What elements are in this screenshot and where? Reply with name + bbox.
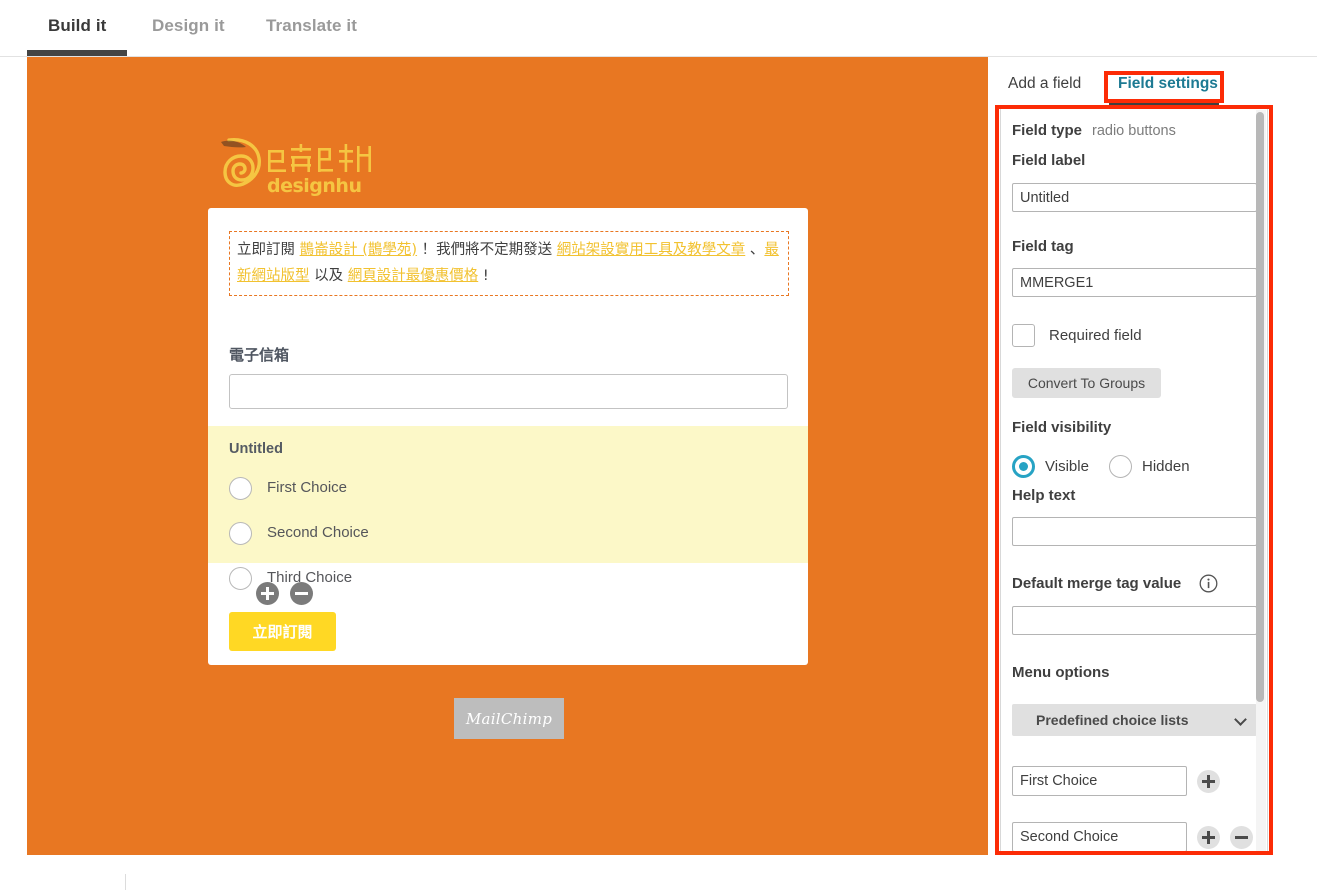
intro-link-tools[interactable]: 網站架設實用工具及教學文章 bbox=[557, 242, 746, 258]
svg-text:designhu: designhu bbox=[267, 175, 362, 197]
panel-scrollbar-thumb[interactable] bbox=[1256, 112, 1264, 702]
info-circle-icon[interactable] bbox=[1199, 574, 1218, 593]
form-preview-canvas: designhu 立即訂閱 鵲崙設計 (鵲學苑) ！我們將不定期發送 網站架設實… bbox=[27, 57, 988, 855]
field-type-value: radio buttons bbox=[1092, 123, 1176, 139]
chevron-down-icon bbox=[1234, 713, 1247, 726]
intro-seg-2: ！我們將不定期發送 bbox=[417, 242, 557, 258]
field-tag-input[interactable] bbox=[1012, 268, 1257, 297]
radio-option-label: Third Choice bbox=[267, 569, 353, 586]
subscribe-button[interactable]: 立即訂閱 bbox=[229, 612, 336, 651]
radio-field-preview: Untitled First Choice Second Choice Thir… bbox=[208, 426, 808, 590]
field-tag-label: Field tag bbox=[1012, 238, 1074, 255]
radio-option-label: Second Choice bbox=[267, 524, 369, 541]
choice-input-first[interactable] bbox=[1012, 766, 1187, 796]
radio-circle-icon[interactable] bbox=[229, 567, 252, 590]
choice-input-second[interactable] bbox=[1012, 822, 1187, 852]
panel-tab-bar: Add a field Field settings bbox=[1008, 75, 1268, 105]
app-root: Build it Design it Translate it designhu… bbox=[0, 0, 1317, 890]
tab-translate-it[interactable]: Translate it bbox=[266, 16, 357, 36]
visibility-radio-visible[interactable] bbox=[1012, 455, 1035, 478]
radio-circle-icon[interactable] bbox=[229, 522, 252, 545]
help-text-input[interactable] bbox=[1012, 517, 1257, 546]
required-field-checkbox[interactable] bbox=[1012, 324, 1035, 347]
radio-group-title: Untitled bbox=[229, 441, 283, 457]
radio-option-label: First Choice bbox=[267, 479, 348, 496]
intro-seg-6: 以及 bbox=[309, 268, 348, 284]
top-tab-bar: Build it Design it Translate it bbox=[0, 0, 1317, 57]
signup-form-card: 立即訂閱 鵲崙設計 (鵲學苑) ！我們將不定期發送 網站架設實用工具及教學文章 … bbox=[208, 208, 808, 665]
field-label-label: Field label bbox=[1012, 152, 1086, 169]
tab-add-a-field[interactable]: Add a field bbox=[1008, 75, 1081, 93]
visibility-hidden-label: Hidden bbox=[1142, 458, 1190, 475]
tab-build-it[interactable]: Build it bbox=[48, 16, 106, 36]
field-label-input[interactable] bbox=[1012, 183, 1257, 212]
predefined-choice-lists-select[interactable]: Predefined choice lists bbox=[1012, 704, 1257, 736]
plus-circle-icon[interactable] bbox=[1197, 770, 1220, 793]
menu-options-label: Menu options bbox=[1012, 664, 1110, 681]
radio-circle-icon[interactable] bbox=[229, 477, 252, 500]
convert-to-groups-button[interactable]: Convert To Groups bbox=[1012, 368, 1161, 398]
intro-seg-8: ! bbox=[478, 268, 489, 284]
tab-design-it[interactable]: Design it bbox=[152, 16, 225, 36]
intro-seg-4: 、 bbox=[745, 242, 765, 258]
field-type-label: Field type bbox=[1012, 122, 1083, 139]
visibility-radio-hidden[interactable] bbox=[1109, 455, 1132, 478]
form-intro-text: 立即訂閱 鵲崙設計 (鵲學苑) ！我們將不定期發送 網站架設實用工具及教學文章 … bbox=[229, 231, 789, 296]
default-merge-tag-label: Default merge tag value bbox=[1012, 575, 1182, 592]
visibility-visible-label: Visible bbox=[1045, 458, 1089, 475]
predefined-choice-lists-value: Predefined choice lists bbox=[1036, 712, 1189, 728]
choice-row bbox=[1001, 822, 1267, 852]
panel-active-tab-indicator bbox=[1109, 102, 1219, 106]
email-field-label: 電子信箱 bbox=[229, 346, 290, 364]
field-visibility-label: Field visibility bbox=[1012, 419, 1112, 436]
help-text-label: Help text bbox=[1012, 487, 1076, 504]
designhu-bird-logo: designhu bbox=[215, 134, 395, 202]
field-settings-panel: Field type radio buttons Field label Fie… bbox=[1000, 108, 1268, 855]
tab-field-settings[interactable]: Field settings bbox=[1118, 75, 1218, 93]
panel-scrollbar-track[interactable] bbox=[1256, 110, 1266, 854]
minus-circle-icon[interactable] bbox=[1230, 826, 1253, 849]
plus-circle-icon[interactable] bbox=[256, 582, 279, 605]
required-field-label: Required field bbox=[1049, 327, 1142, 344]
intro-link-designhu[interactable]: 鵲崙設計 (鵲學苑) bbox=[300, 242, 417, 258]
default-merge-tag-input[interactable] bbox=[1012, 606, 1257, 635]
bottom-divider bbox=[125, 874, 126, 890]
mailchimp-badge[interactable]: MailChimp bbox=[454, 698, 564, 739]
email-input[interactable] bbox=[229, 374, 788, 409]
mailchimp-badge-label: MailChimp bbox=[465, 709, 553, 728]
plus-circle-icon[interactable] bbox=[1197, 826, 1220, 849]
intro-seg-0: 立即訂閱 bbox=[237, 242, 300, 258]
minus-circle-icon[interactable] bbox=[290, 582, 313, 605]
intro-link-pricing[interactable]: 網頁設計最優惠價格 bbox=[348, 268, 479, 284]
choice-row bbox=[1001, 766, 1267, 796]
